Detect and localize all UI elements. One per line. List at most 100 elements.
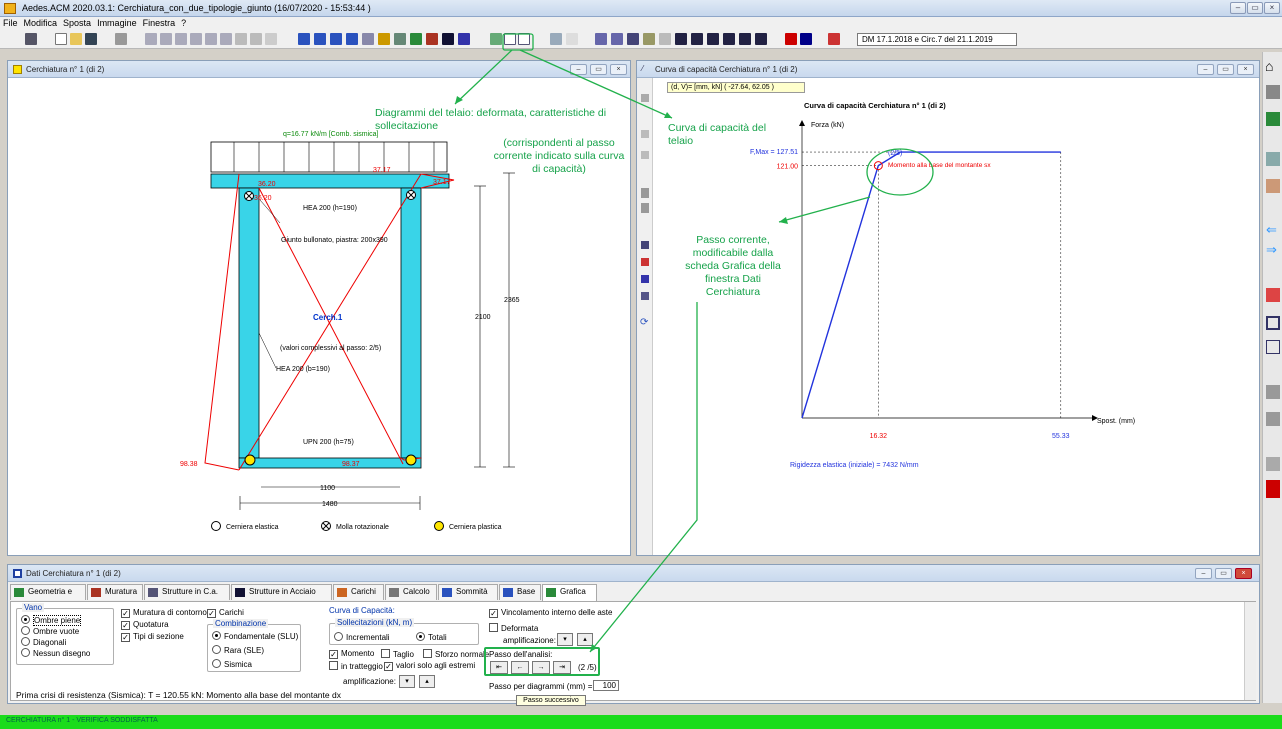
vano-ombre-piene[interactable]: Ombre piene [21,615,82,626]
check-muratura-contorno[interactable]: ✓ Muratura di contorno [121,608,207,618]
menu-immagine[interactable]: Immagine [94,17,140,29]
steel-h-icon[interactable] [442,33,454,45]
panel-scrollbar[interactable] [1244,602,1256,700]
save-icon[interactable] [85,33,97,45]
diagram-icon[interactable] [490,33,502,45]
arrow-left-icon[interactable]: ⇐ [1266,222,1280,237]
view6-icon[interactable] [755,33,767,45]
check-quotatura[interactable]: ✓ Quotatura [121,620,169,630]
home-icon[interactable]: ⌂ [1265,58,1273,74]
norm-icon[interactable] [828,33,840,45]
tab-strutture-acciaio[interactable]: Strutture in Acciaio [231,584,332,600]
next-icon[interactable] [330,33,342,45]
check-sforzo-normale[interactable]: Sforzo normale [423,649,489,659]
zoom-out-icon[interactable] [160,33,172,45]
tool-structure-icon[interactable] [25,33,37,45]
tab-geometria[interactable]: Geometria e Vincoli [10,584,86,610]
move-icon[interactable] [265,33,277,45]
frame-restore-button[interactable]: ▭ [590,64,607,75]
menu-modifica[interactable]: Modifica [21,17,61,29]
right-tool-3-icon[interactable] [1266,152,1280,166]
minimize-button[interactable]: – [1230,2,1246,14]
comb-rara[interactable]: Rara (SLE) [212,645,264,655]
open-folder-icon[interactable] [70,33,82,45]
deform-amplify-down-button[interactable]: ▾ [557,633,573,646]
side-tool-1-icon[interactable] [641,94,649,102]
soll-totali[interactable]: Totali [416,632,447,642]
masonry-icon[interactable] [426,33,438,45]
menu-sposta[interactable]: Sposta [60,17,94,29]
tile-icon[interactable] [595,33,607,45]
new-file-icon[interactable] [55,33,67,45]
frame-close-button[interactable]: × [610,64,627,75]
tab-grafica[interactable]: Grafica [542,584,597,601]
frame-minimize-button[interactable]: – [570,64,587,75]
capacity-curve-icon[interactable] [518,33,530,45]
curve-restore-button[interactable]: ▭ [1217,64,1234,75]
tab-carichi[interactable]: Carichi [333,584,384,600]
right-tool-1-icon[interactable] [1266,85,1280,99]
tab-strutture-ca[interactable]: Strutture in C.a. [144,584,230,600]
zoom-extents-icon[interactable] [190,33,202,45]
cascade-icon[interactable] [611,33,623,45]
right-tool-5-icon[interactable] [1266,288,1280,302]
comb-fondamentale[interactable]: Fondamentale (SLU) [212,631,298,641]
home-icon[interactable] [378,33,390,45]
section-icon[interactable] [458,33,470,45]
arrow-right-icon[interactable]: ⇒ [1266,242,1280,257]
view1-icon[interactable] [675,33,687,45]
side-tool-6-icon[interactable] [641,241,649,249]
zoom-in-icon[interactable] [145,33,157,45]
undo-icon[interactable] [362,33,374,45]
prev-icon[interactable] [314,33,326,45]
arrange-icon[interactable] [627,33,639,45]
right-tool-8-icon[interactable] [1266,385,1280,399]
deform-amplify-up-button[interactable]: ▴ [577,633,593,646]
first-icon[interactable] [298,33,310,45]
menu-file[interactable]: File [0,17,21,29]
frame-green-icon[interactable] [410,33,422,45]
right-tool-9-icon[interactable] [1266,412,1280,426]
vano-nessun-disegno[interactable]: Nessun disegno [21,648,90,658]
menu-finestra[interactable]: Finestra [140,17,179,29]
chart-icon[interactable] [566,33,578,45]
youtube-icon[interactable] [1266,480,1280,498]
menu-help[interactable]: ? [178,17,189,29]
check-valori-estremi[interactable]: ✓ valori solo agli estremi [384,661,475,671]
redraw-icon[interactable] [235,33,247,45]
soll-incrementali[interactable]: Incrementali [334,632,390,642]
curve-close-button[interactable]: × [1237,64,1254,75]
pan-icon[interactable] [220,33,232,45]
maximize-button[interactable]: ▭ [1247,2,1263,14]
close-button[interactable]: × [1264,2,1280,14]
help-icon[interactable] [785,33,797,45]
right-tool-6-icon[interactable] [1266,316,1280,330]
frame-diagrams-icon[interactable] [504,33,516,45]
grid-icon[interactable] [394,33,406,45]
report-icon[interactable] [550,33,562,45]
refresh-icon[interactable]: ⟳ [640,317,648,328]
tab-muratura[interactable]: Muratura [87,584,143,600]
side-tool-7-icon[interactable] [641,258,649,266]
check-tipi-sezione[interactable]: ✓ Tipi di sezione [121,632,184,642]
dati-restore-button[interactable]: ▭ [1215,568,1232,579]
right-tool-7-icon[interactable] [1266,340,1280,354]
last-icon[interactable] [346,33,358,45]
view2-icon[interactable] [691,33,703,45]
options-icon[interactable] [659,33,671,45]
tab-sommita[interactable]: Sommità [438,584,498,600]
check-vincolamento[interactable]: ✓ Vincolamento interno delle aste [489,608,612,618]
zoom-prev-icon[interactable] [205,33,217,45]
side-tool-8-icon[interactable] [641,275,649,283]
side-tool-5-icon[interactable] [641,203,649,213]
view3-icon[interactable] [707,33,719,45]
curve-minimize-button[interactable]: – [1197,64,1214,75]
check-tratteggio[interactable]: in tratteggio [329,661,383,671]
view5-icon[interactable] [739,33,751,45]
layout-icon[interactable] [643,33,655,45]
dati-close-button[interactable]: × [1235,568,1252,579]
right-tool-2-icon[interactable] [1266,112,1280,126]
context-help-icon[interactable] [800,33,812,45]
print-icon[interactable] [115,33,127,45]
comb-sismica[interactable]: Sismica [212,659,252,669]
